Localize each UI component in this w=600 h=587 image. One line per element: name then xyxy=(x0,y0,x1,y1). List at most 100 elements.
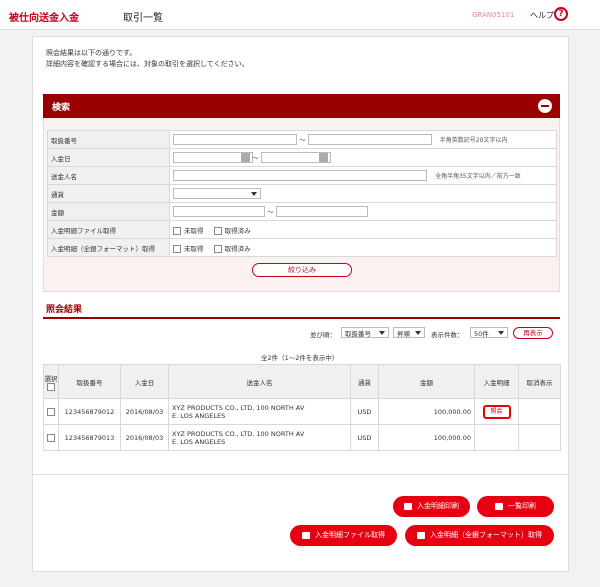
row-currency: USD xyxy=(350,398,379,425)
row-remitter-line1: XYZ PRODUCTS CO., LTD. 100 NORTH AV xyxy=(172,403,305,412)
page-subtitle: 取引一覧 xyxy=(123,13,163,24)
col-select: 選択 xyxy=(43,364,59,399)
row-currency: USD xyxy=(350,424,379,451)
trade-no-to-input[interactable] xyxy=(307,134,432,146)
col-select-label: 選択 xyxy=(44,374,58,383)
main-panel: 照会結果は以下の通りです。 詳細内容を確認する場合には、対象の取引を選択してくだ… xyxy=(32,36,569,572)
sort-order-select[interactable]: 昇順 xyxy=(393,327,425,338)
calendar-icon[interactable] xyxy=(318,153,328,163)
row-cancel xyxy=(518,424,561,451)
print-detail-button[interactable]: 入金明細印刷 xyxy=(393,496,470,517)
printer-icon xyxy=(495,502,503,510)
trade-no-from-input[interactable] xyxy=(173,134,297,146)
row-detail-cell: 照会 xyxy=(474,398,519,425)
trade-no-hint: 半角英数記号20文字以内 xyxy=(439,136,508,144)
row-remitter-line2: E. LOS ANGELES xyxy=(172,411,226,420)
col-date: 入金日 xyxy=(120,364,169,399)
get-file-full-button[interactable]: 入金明細（全銀フォーマット）取得 xyxy=(405,525,554,546)
redisplay-button[interactable]: 再表示 xyxy=(513,327,553,339)
file-icon xyxy=(417,531,425,539)
help-icon[interactable]: ? xyxy=(554,7,568,21)
row-cancel xyxy=(518,398,561,425)
get-file-label: 入金明細ファイル取得 xyxy=(315,531,385,539)
label-file-full: 入金明細（全銀フォーマット）取得 xyxy=(47,238,170,257)
calendar-icon[interactable] xyxy=(241,153,250,163)
file-opt1-label: 未取得 xyxy=(184,226,204,235)
result-count: 全2件（1～2件を表示中） xyxy=(261,354,339,362)
table-row[interactable]: 123456879013 2016/08/03 XYZ PRODUCTS CO.… xyxy=(43,424,561,451)
footer-divider xyxy=(33,474,568,475)
amount-to-input[interactable] xyxy=(275,206,368,218)
print-list-label: 一覧印刷 xyxy=(508,502,536,510)
table-header-row: 選択 取扱番号 入金日 送金人名 通貨 金額 入金明細 取消表示 xyxy=(43,364,561,399)
row-date: 2016/08/03 xyxy=(120,424,169,451)
col-trade-no: 取扱番号 xyxy=(58,364,121,399)
file-full-acquired-checkbox[interactable] xyxy=(213,244,222,253)
table-row[interactable]: 123456879012 2016/08/03 XYZ PRODUCTS CO.… xyxy=(43,398,561,425)
col-detail: 入金明細 xyxy=(474,364,519,399)
col-currency: 通貨 xyxy=(350,364,379,399)
inquiry-button[interactable]: 照会 xyxy=(482,404,511,419)
file-not-acquired-checkbox[interactable] xyxy=(173,226,181,235)
get-file-button[interactable]: 入金明細ファイル取得 xyxy=(290,525,397,546)
info-line-2: 詳細内容を確認する場合には、対象の取引を選択してください。 xyxy=(46,60,249,68)
row-select-cell xyxy=(43,424,59,451)
file-opt2-label: 取得済み xyxy=(224,226,251,235)
row-amount: 100,000.00 xyxy=(378,424,475,451)
amount-from-input[interactable] xyxy=(173,206,265,218)
results-title: 照会結果 xyxy=(46,305,83,315)
label-amount: 金額 xyxy=(47,202,170,221)
page-title: 被仕向送金入金 xyxy=(9,13,79,24)
row-checkbox[interactable] xyxy=(47,407,55,416)
row-remitter: XYZ PRODUCTS CO., LTD. 100 NORTH AV E. LO… xyxy=(168,424,351,451)
row-detail-cell xyxy=(474,424,519,451)
row-trade-no: 123456879013 xyxy=(58,424,121,451)
collapse-icon[interactable] xyxy=(538,99,552,113)
select-all-checkbox[interactable] xyxy=(47,382,55,391)
row-checkbox[interactable] xyxy=(47,433,55,442)
file-acquired-checkbox[interactable] xyxy=(213,226,222,235)
sort-order-value: 昇順 xyxy=(397,330,410,338)
row-remitter-line1: XYZ PRODUCTS CO., LTD. 100 NORTH AV xyxy=(172,429,305,438)
printer-icon xyxy=(404,502,412,510)
label-trade-no: 取扱番号 xyxy=(47,130,170,149)
search-header[interactable]: 検索 xyxy=(43,94,560,118)
row-select-cell xyxy=(43,398,59,425)
print-list-button[interactable]: 一覧印刷 xyxy=(477,496,554,517)
page-size-select[interactable]: 50件 xyxy=(470,327,508,338)
currency-select[interactable] xyxy=(173,188,261,199)
search-title: 検索 xyxy=(52,103,71,113)
info-line-1: 照会結果は以下の通りです。 xyxy=(46,49,137,57)
sort-label: 並び順： xyxy=(310,331,336,339)
file-full-opt1-label: 未取得 xyxy=(184,244,204,253)
page-size-value: 50件 xyxy=(474,330,489,338)
results-table: 選択 取扱番号 入金日 送金人名 通貨 金額 入金明細 取消表示 1234568… xyxy=(43,364,561,451)
range-tilde: ～ xyxy=(267,207,274,216)
page-size-label: 表示件数： xyxy=(431,331,464,339)
file-icon xyxy=(302,531,310,539)
help-link[interactable]: ヘルプ xyxy=(530,10,554,21)
range-tilde: ～ xyxy=(252,153,259,162)
file-full-opt2-label: 取得済み xyxy=(224,244,251,253)
col-amount: 金額 xyxy=(378,364,475,399)
sort-key-value: 取扱番号 xyxy=(345,330,371,338)
sort-key-select[interactable]: 取扱番号 xyxy=(341,327,389,338)
row-date: 2016/08/03 xyxy=(120,398,169,425)
print-detail-label: 入金明細印刷 xyxy=(417,502,459,510)
search-table: 取扱番号 ～ 半角英数記号20文字以内 入金日 ～ 送金人名 全角半角35文字以… xyxy=(47,130,557,257)
remitter-input[interactable] xyxy=(173,170,427,181)
narrow-down-button[interactable]: 絞り込み xyxy=(252,263,352,277)
row-remitter-line2: E. LOS ANGELES xyxy=(172,437,226,446)
remitter-hint: 全角半角35文字以内／前方一致 xyxy=(435,172,521,180)
label-date: 入金日 xyxy=(47,148,170,167)
label-remitter: 送金人名 xyxy=(47,166,170,185)
label-currency: 通貨 xyxy=(47,184,170,203)
row-remitter: XYZ PRODUCTS CO., LTD. 100 NORTH AV E. LO… xyxy=(168,398,351,425)
label-file: 入金明細ファイル取得 xyxy=(47,220,170,239)
search-form: 取扱番号 ～ 半角英数記号20文字以内 入金日 ～ 送金人名 全角半角35文字以… xyxy=(43,118,560,292)
screen-id: GRAN05101 xyxy=(472,11,515,19)
info-message: 照会結果は以下の通りです。 詳細内容を確認する場合には、対象の取引を選択してくだ… xyxy=(46,48,249,70)
range-tilde: ～ xyxy=(299,135,306,144)
file-full-not-acquired-checkbox[interactable] xyxy=(173,244,181,253)
col-remitter: 送金人名 xyxy=(168,364,351,399)
